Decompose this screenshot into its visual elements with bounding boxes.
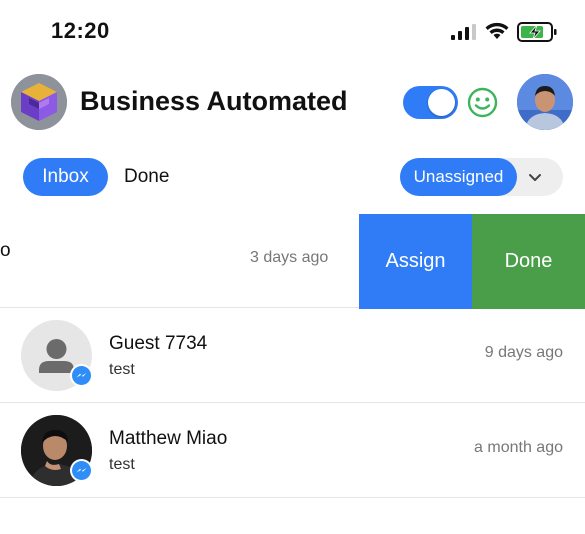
smiley-icon[interactable]	[467, 87, 498, 118]
message-time: a month ago	[474, 439, 563, 456]
tab-inbox[interactable]: Inbox	[23, 158, 108, 196]
chevron-down-icon[interactable]	[525, 167, 545, 187]
messenger-badge	[70, 459, 93, 482]
mark-done-button[interactable]: Done	[472, 214, 585, 309]
cellular-signal-icon	[451, 24, 476, 40]
conversation-tabs: Inbox Done Unassigned	[0, 158, 585, 196]
message-time: 9 days ago	[484, 344, 563, 361]
status-bar: 12:20	[0, 0, 585, 60]
status-time: 12:20	[51, 18, 110, 43]
user-photo-icon	[517, 74, 573, 130]
battery-charging-icon	[517, 22, 557, 42]
messenger-icon	[72, 461, 91, 480]
user-avatar[interactable]	[517, 74, 573, 130]
cube-logo-icon	[11, 74, 67, 130]
conversation-row[interactable]: o 3 days ago Assign Done	[0, 214, 585, 309]
message-preview: test	[109, 456, 135, 473]
assign-button[interactable]: Assign	[359, 214, 472, 309]
business-logo[interactable]	[11, 74, 67, 130]
wifi-icon	[485, 22, 509, 39]
messenger-icon	[72, 366, 91, 385]
business-name: Business Automated	[80, 86, 348, 116]
filter-selected-value[interactable]: Unassigned	[400, 158, 517, 196]
tab-done[interactable]: Done	[124, 158, 169, 196]
conversation-row[interactable]: Guest 7734 test 9 days ago	[0, 309, 585, 403]
app-header: Business Automated	[0, 70, 585, 134]
message-time: 3 days ago	[250, 249, 329, 266]
toggle-knob	[428, 89, 455, 116]
contact-name: Matthew Miao	[109, 428, 228, 449]
messenger-badge	[70, 364, 93, 387]
message-preview: test	[109, 361, 135, 378]
conversation-row[interactable]: Matthew Miao test a month ago	[0, 404, 585, 498]
availability-toggle[interactable]	[403, 86, 458, 119]
contact-name: o	[0, 240, 11, 261]
contact-name: Guest 7734	[109, 333, 208, 354]
assignment-filter[interactable]: Unassigned	[400, 158, 563, 196]
